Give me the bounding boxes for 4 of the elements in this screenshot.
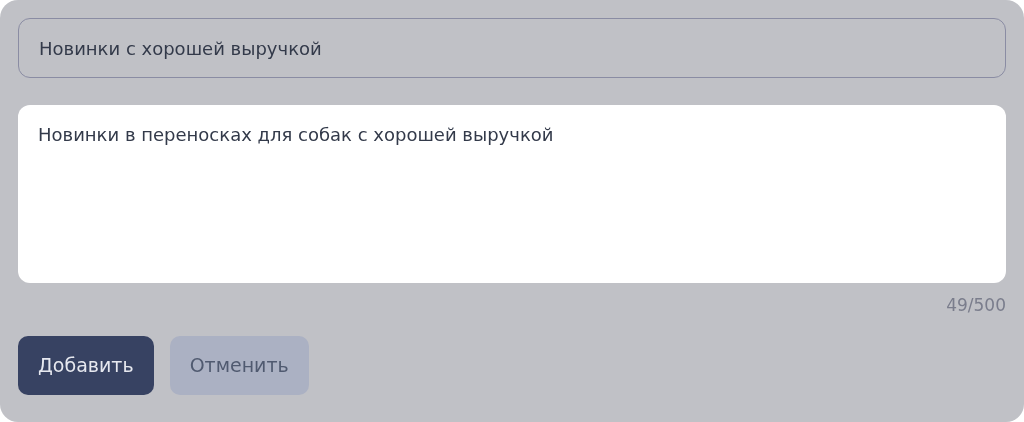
character-counter: 49/500: [946, 294, 1006, 317]
description-field[interactable]: Новинки в переносках для собак с хорошей выручкой: [18, 105, 1006, 283]
title-field[interactable]: Новинки с хорошей выручкой: [18, 18, 1006, 78]
add-button[interactable]: Добавить: [18, 336, 154, 396]
